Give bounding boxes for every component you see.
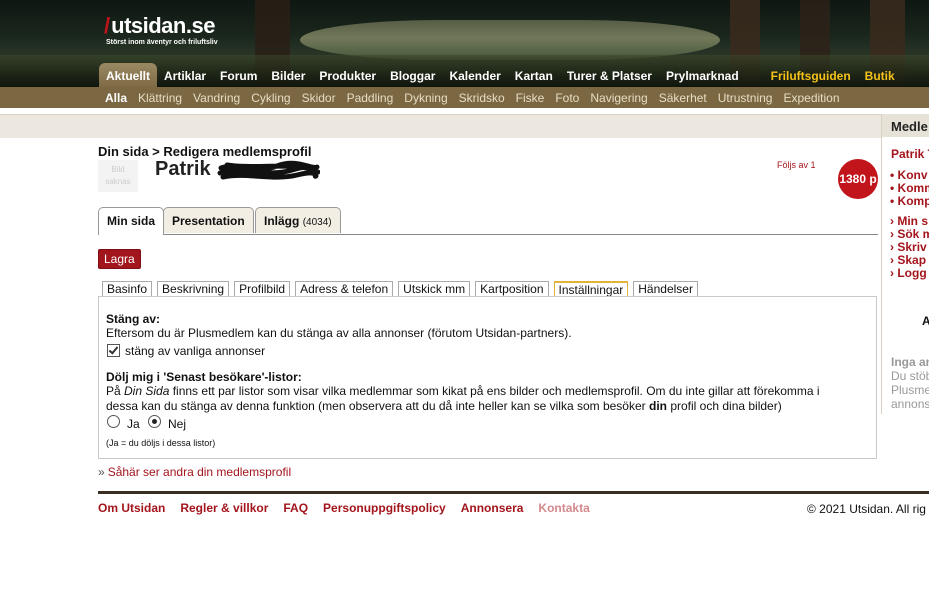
- nav-tab-turer-platser[interactable]: Turer & Platser: [560, 63, 659, 87]
- member-sidebar-bullet[interactable]: • Konv: [890, 168, 928, 182]
- member-sidebar-bullet[interactable]: • Komm: [890, 181, 929, 195]
- points-badge: 1380 p: [838, 159, 878, 199]
- nav-tab-friluftsguiden[interactable]: Friluftsguiden: [764, 63, 858, 87]
- nav-tab-bilder[interactable]: Bilder: [264, 63, 312, 87]
- visitors-text-line-1: På Din Sida finns ett par listor som vis…: [106, 384, 820, 398]
- subtab-kartposition[interactable]: Kartposition: [475, 281, 549, 297]
- nav-tab-kalender[interactable]: Kalender: [442, 63, 507, 87]
- settings-tabs: Basinfo Beskrivning Profilbild Adress & …: [102, 281, 703, 297]
- tab-min-sida[interactable]: Min sida: [98, 207, 165, 235]
- nav-tab-aktuellt[interactable]: Aktuellt: [99, 63, 158, 87]
- subtab-beskrivning[interactable]: Beskrivning: [157, 281, 230, 297]
- member-sidebar-link[interactable]: › Skriv: [890, 240, 927, 254]
- visitors-text-line-2: dessa kan du stänga av denna funktion (m…: [106, 399, 782, 413]
- radio-ja[interactable]: [107, 415, 120, 428]
- redaction-scribble: [217, 160, 320, 180]
- member-sidebar-link[interactable]: › Min s: [890, 214, 928, 228]
- subnav-item-sakerhet[interactable]: Säkerhet: [659, 91, 707, 105]
- logo-tagline: Störst inom äventyr och friluftsliv: [106, 39, 218, 46]
- subnav-item-skridsko[interactable]: Skridsko: [459, 91, 505, 105]
- subtab-basinfo[interactable]: Basinfo: [102, 281, 153, 297]
- subtab-adress-telefon[interactable]: Adress & telefon: [295, 281, 394, 297]
- save-button[interactable]: Lagra: [98, 249, 141, 269]
- member-sidebar-link[interactable]: › Skap: [890, 253, 926, 267]
- subnav-item-klattring[interactable]: Klättring: [138, 91, 182, 105]
- subnav-item-vandring[interactable]: Vandring: [193, 91, 240, 105]
- see-profile-link[interactable]: » Såhär ser andra din medlemsprofil: [98, 465, 291, 479]
- member-sidebar-title: Medle: [882, 114, 929, 137]
- followers-link[interactable]: Följs av 1: [777, 160, 816, 170]
- hide-ads-label: stäng av vanliga annonser: [125, 344, 266, 358]
- subtab-installningar[interactable]: Inställningar: [553, 281, 629, 297]
- subnav-item-foto[interactable]: Foto: [555, 91, 579, 105]
- subnav-item-skidor[interactable]: Skidor: [302, 91, 336, 105]
- ads-text-line: Plusme: [891, 383, 929, 397]
- member-sidebar-link[interactable]: › Sök m: [890, 227, 929, 241]
- nav-tab-artiklar[interactable]: Artiklar: [157, 63, 213, 87]
- subtab-handelser[interactable]: Händelser: [633, 281, 698, 297]
- nav-tab-bloggar[interactable]: Bloggar: [383, 63, 442, 87]
- site-logo[interactable]: /utsidan.se Störst inom äventyr och fril…: [104, 13, 218, 46]
- subnav-item-expedition[interactable]: Expedition: [783, 91, 839, 105]
- nav-tab-produkter[interactable]: Produkter: [312, 63, 383, 87]
- subnav-item-utrustning[interactable]: Utrustning: [718, 91, 773, 105]
- footer-link-kontakta[interactable]: Kontakta: [538, 501, 589, 515]
- subtab-utskick[interactable]: Utskick mm: [398, 281, 471, 297]
- logo-mark-icon: /: [104, 13, 111, 38]
- tab-inlagg[interactable]: Inlägg (4034): [255, 207, 341, 233]
- sub-nav: Alla Klättring Vandring Cykling Skidor P…: [0, 87, 929, 108]
- nav-tab-forum[interactable]: Forum: [213, 63, 264, 87]
- breadcrumb: Din sida > Redigera medlemsprofil: [98, 144, 312, 159]
- subnav-item-alla[interactable]: Alla: [105, 91, 127, 105]
- subnav-item-paddling[interactable]: Paddling: [347, 91, 394, 105]
- member-sidebar-bullet[interactable]: • Komp: [890, 194, 929, 208]
- site-header: /utsidan.se Störst inom äventyr och fril…: [0, 0, 929, 87]
- nav-tab-butik[interactable]: Butik: [858, 63, 902, 87]
- main-nav: Aktuellt Artiklar Forum Bilder Produkter…: [99, 63, 902, 87]
- footer-link-om-utsidan[interactable]: Om Utsidan: [98, 501, 165, 515]
- radio-ja-label: Ja: [127, 417, 140, 431]
- subnav-item-cykling[interactable]: Cykling: [251, 91, 290, 105]
- copyright: © 2021 Utsidan. All rig: [807, 502, 926, 516]
- visitors-section-heading: Dölj mig i 'Senast besökare'-listor:: [106, 370, 302, 384]
- member-sidebar-link[interactable]: › Logg: [890, 266, 927, 280]
- subnav-item-fiske[interactable]: Fiske: [516, 91, 545, 105]
- footer-link-personuppgiftspolicy[interactable]: Personuppgiftspolicy: [323, 501, 446, 515]
- radio-nej-label: Nej: [168, 417, 187, 431]
- footer-link-annonsera[interactable]: Annonsera: [461, 501, 524, 515]
- ads-section-text: Eftersom du är Plusmedlem kan du stänga …: [106, 326, 572, 340]
- subnav-item-dykning[interactable]: Dykning: [404, 91, 447, 105]
- hide-ads-checkbox[interactable]: [107, 344, 120, 357]
- footer-link-faq[interactable]: FAQ: [283, 501, 308, 515]
- footer-links: Om Utsidan Regler & villkor FAQ Personup…: [98, 501, 605, 515]
- member-sidebar-name[interactable]: Patrik T: [891, 147, 929, 161]
- ads-text-line: annons: [891, 397, 929, 411]
- subnav-item-navigering[interactable]: Navigering: [590, 91, 647, 105]
- content-top-band: [0, 114, 929, 138]
- footer-link-regler[interactable]: Regler & villkor: [180, 501, 268, 515]
- logo-text: utsidan.se: [111, 13, 215, 38]
- subtab-profilbild[interactable]: Profilbild: [234, 281, 291, 297]
- footer-divider: [98, 491, 929, 494]
- ads-text-line: Du stöb: [891, 369, 929, 383]
- profile-name: Patrik: [155, 158, 211, 180]
- nav-tab-prylmarknad[interactable]: Prylmarknad: [659, 63, 746, 87]
- member-sidebar: Medle Patrik T • Konv • Komm • Komp › Mi…: [881, 114, 929, 414]
- avatar: Bild saknas: [98, 160, 138, 192]
- settings-panel: Stäng av: Eftersom du är Plusmedlem kan …: [98, 296, 877, 459]
- member-sidebar-letter: A: [922, 314, 929, 328]
- ads-section-heading: Stäng av:: [106, 312, 161, 326]
- ads-heading: Inga an: [891, 355, 929, 369]
- nav-tab-kartan[interactable]: Kartan: [508, 63, 560, 87]
- tab-presentation[interactable]: Presentation: [163, 207, 254, 233]
- visitors-note: (Ja = du döljs i dessa listor): [106, 438, 216, 448]
- radio-nej[interactable]: [148, 415, 161, 428]
- profile-tabs: Min sida Presentation Inlägg (4034): [98, 207, 878, 235]
- chevron-right-icon: »: [98, 465, 105, 479]
